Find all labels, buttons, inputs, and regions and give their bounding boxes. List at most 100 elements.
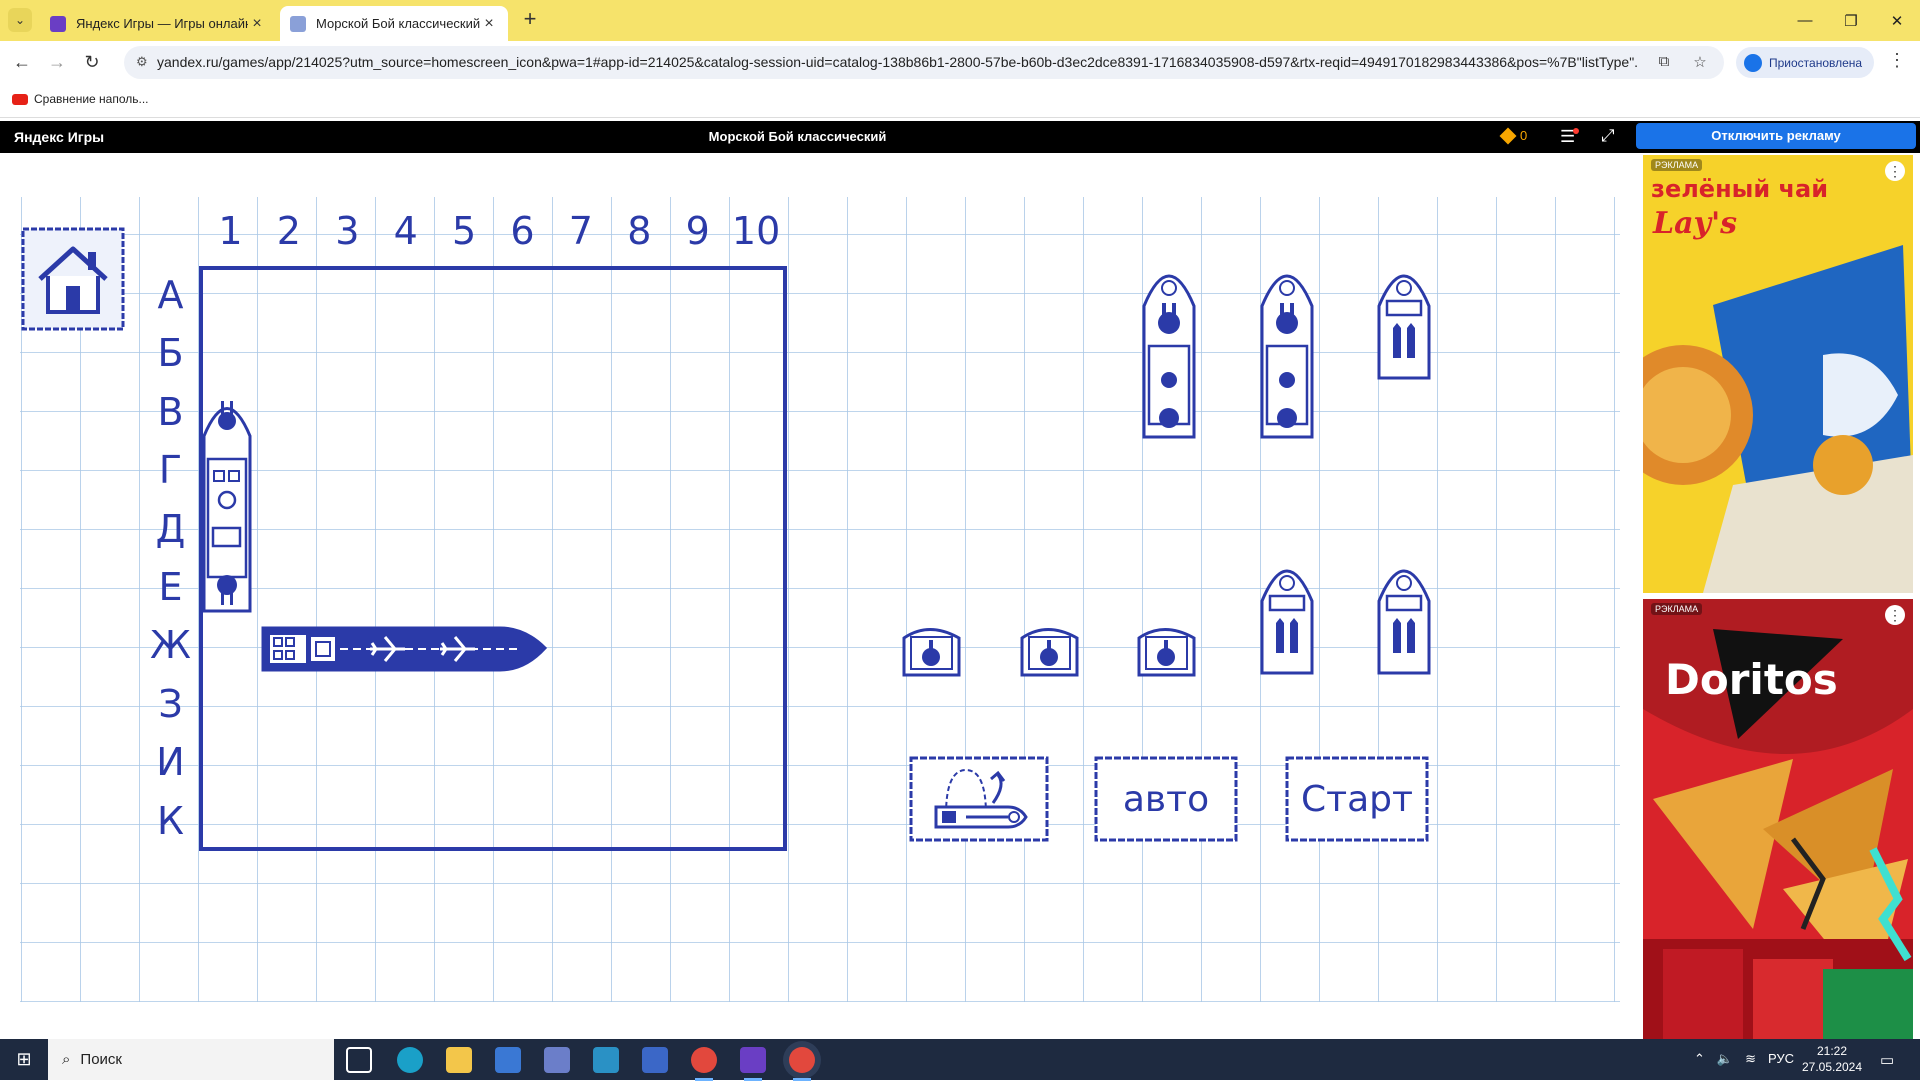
board-cell[interactable] (259, 385, 317, 443)
board-cell[interactable] (376, 794, 434, 852)
board-cell[interactable] (493, 443, 551, 501)
start-button[interactable]: Старт (1284, 755, 1430, 843)
board-cell[interactable] (376, 385, 434, 443)
board-cell[interactable] (201, 326, 259, 384)
board-cell[interactable] (201, 794, 259, 852)
board-cell[interactable] (318, 560, 376, 618)
board-cell[interactable] (727, 735, 785, 793)
board-cell[interactable] (727, 385, 785, 443)
board-cell[interactable] (435, 385, 493, 443)
dock-ship-cruiser[interactable] (1260, 274, 1314, 439)
volume-icon[interactable]: 🔈 (1717, 1051, 1733, 1067)
close-tab-icon[interactable]: × (248, 15, 266, 33)
floppy-save-icon[interactable] (642, 1047, 668, 1073)
board-cell[interactable] (318, 735, 376, 793)
board-cell[interactable] (551, 385, 609, 443)
board-cell[interactable] (318, 385, 376, 443)
open-in-app-icon[interactable]: ⧉ (1654, 53, 1674, 73)
board-cell[interactable] (610, 735, 668, 793)
board-cell[interactable] (376, 502, 434, 560)
board-cell[interactable] (610, 385, 668, 443)
board-cell[interactable] (376, 560, 434, 618)
dock-ship-destroyer[interactable] (1377, 274, 1431, 380)
board-cell[interactable] (668, 502, 726, 560)
board-cell[interactable] (610, 794, 668, 852)
store-icon[interactable] (495, 1047, 521, 1073)
board-cell[interactable] (435, 443, 493, 501)
dock-ship-boat[interactable] (1020, 628, 1079, 677)
board-cell[interactable] (551, 618, 609, 676)
home-button[interactable] (18, 224, 128, 334)
board-cell[interactable] (493, 268, 551, 326)
ad-lays[interactable]: зелёный чай Lay's РЭКЛАМА ⋮ (1643, 155, 1913, 593)
board-cell[interactable] (435, 677, 493, 735)
profile-button[interactable]: Приостановлена (1736, 47, 1874, 78)
board-cell[interactable] (376, 443, 434, 501)
ad-options-icon[interactable]: ⋮ (1885, 605, 1905, 625)
board-cell[interactable] (610, 268, 668, 326)
board-cell[interactable] (610, 326, 668, 384)
board-cell[interactable] (201, 735, 259, 793)
tray-chevron-icon[interactable]: ⌃ (1694, 1051, 1705, 1067)
clock[interactable]: 21:22 27.05.2024 (1792, 1043, 1872, 1075)
board-cell[interactable] (493, 735, 551, 793)
board-cell[interactable] (318, 794, 376, 852)
language-indicator[interactable]: РУС (1768, 1051, 1794, 1067)
board-cell[interactable] (727, 268, 785, 326)
dock-ship-cruiser[interactable] (1142, 274, 1196, 439)
board-cell[interactable] (727, 560, 785, 618)
board-cell[interactable] (493, 326, 551, 384)
board-cell[interactable] (435, 794, 493, 852)
board-cell[interactable] (668, 677, 726, 735)
board-cell[interactable] (727, 326, 785, 384)
windows-start-icon[interactable]: ⊞ (0, 1039, 48, 1080)
board-cell[interactable] (435, 502, 493, 560)
new-tab-button[interactable]: + (518, 8, 542, 32)
ad-doritos[interactable]: Doritos РЭКЛАМА ⋮ (1643, 599, 1913, 1039)
board-cell[interactable] (551, 268, 609, 326)
remove-ads-button[interactable]: Отключить рекламу (1636, 123, 1916, 149)
board-cell[interactable] (727, 677, 785, 735)
ad-options-icon[interactable]: ⋮ (1885, 161, 1905, 181)
forward-icon[interactable]: → (45, 50, 69, 74)
coin-counter[interactable]: 0 (1499, 127, 1527, 144)
board-cell[interactable] (435, 735, 493, 793)
board-cell[interactable] (318, 443, 376, 501)
board-cell[interactable] (551, 677, 609, 735)
site-info-icon[interactable]: ⚙ (136, 54, 152, 70)
board-cell[interactable] (668, 326, 726, 384)
board-cell[interactable] (259, 443, 317, 501)
board-cell[interactable] (376, 326, 434, 384)
file-explorer-icon[interactable] (446, 1047, 472, 1073)
address-bar[interactable]: ⚙ yandex.ru/games/app/214025?utm_source=… (124, 46, 1724, 79)
board-cell[interactable] (493, 794, 551, 852)
board-cell[interactable] (259, 794, 317, 852)
placed-ship-vertical[interactable] (202, 401, 252, 613)
board-cell[interactable] (610, 443, 668, 501)
board-cell[interactable] (376, 268, 434, 326)
board-cell[interactable] (259, 677, 317, 735)
dock-ship-boat[interactable] (1137, 628, 1196, 677)
board-cell[interactable] (259, 326, 317, 384)
board-cell[interactable] (610, 560, 668, 618)
taskbar-search[interactable]: ⌕ Поиск (48, 1039, 334, 1080)
board-cell[interactable] (201, 618, 259, 676)
back-icon[interactable]: ← (10, 50, 34, 74)
board-cell[interactable] (668, 735, 726, 793)
board-cell[interactable] (318, 502, 376, 560)
restore-icon[interactable]: ❐ (1828, 0, 1874, 41)
auto-place-button[interactable]: авто (1093, 755, 1239, 843)
board-cell[interactable] (259, 735, 317, 793)
edge-icon[interactable] (397, 1047, 423, 1073)
board-cell[interactable] (259, 560, 317, 618)
close-tab-icon[interactable]: × (480, 15, 498, 33)
close-window-icon[interactable]: ✕ (1874, 0, 1920, 41)
board-cell[interactable] (493, 560, 551, 618)
network-icon[interactable]: ≋ (1745, 1051, 1756, 1067)
board-cell[interactable] (259, 268, 317, 326)
yandex-games-icon[interactable] (740, 1047, 766, 1081)
board-cell[interactable] (259, 502, 317, 560)
board-cell[interactable] (668, 268, 726, 326)
board-cell[interactable] (551, 502, 609, 560)
game-menu-icon[interactable]: ☰ (1560, 127, 1580, 147)
